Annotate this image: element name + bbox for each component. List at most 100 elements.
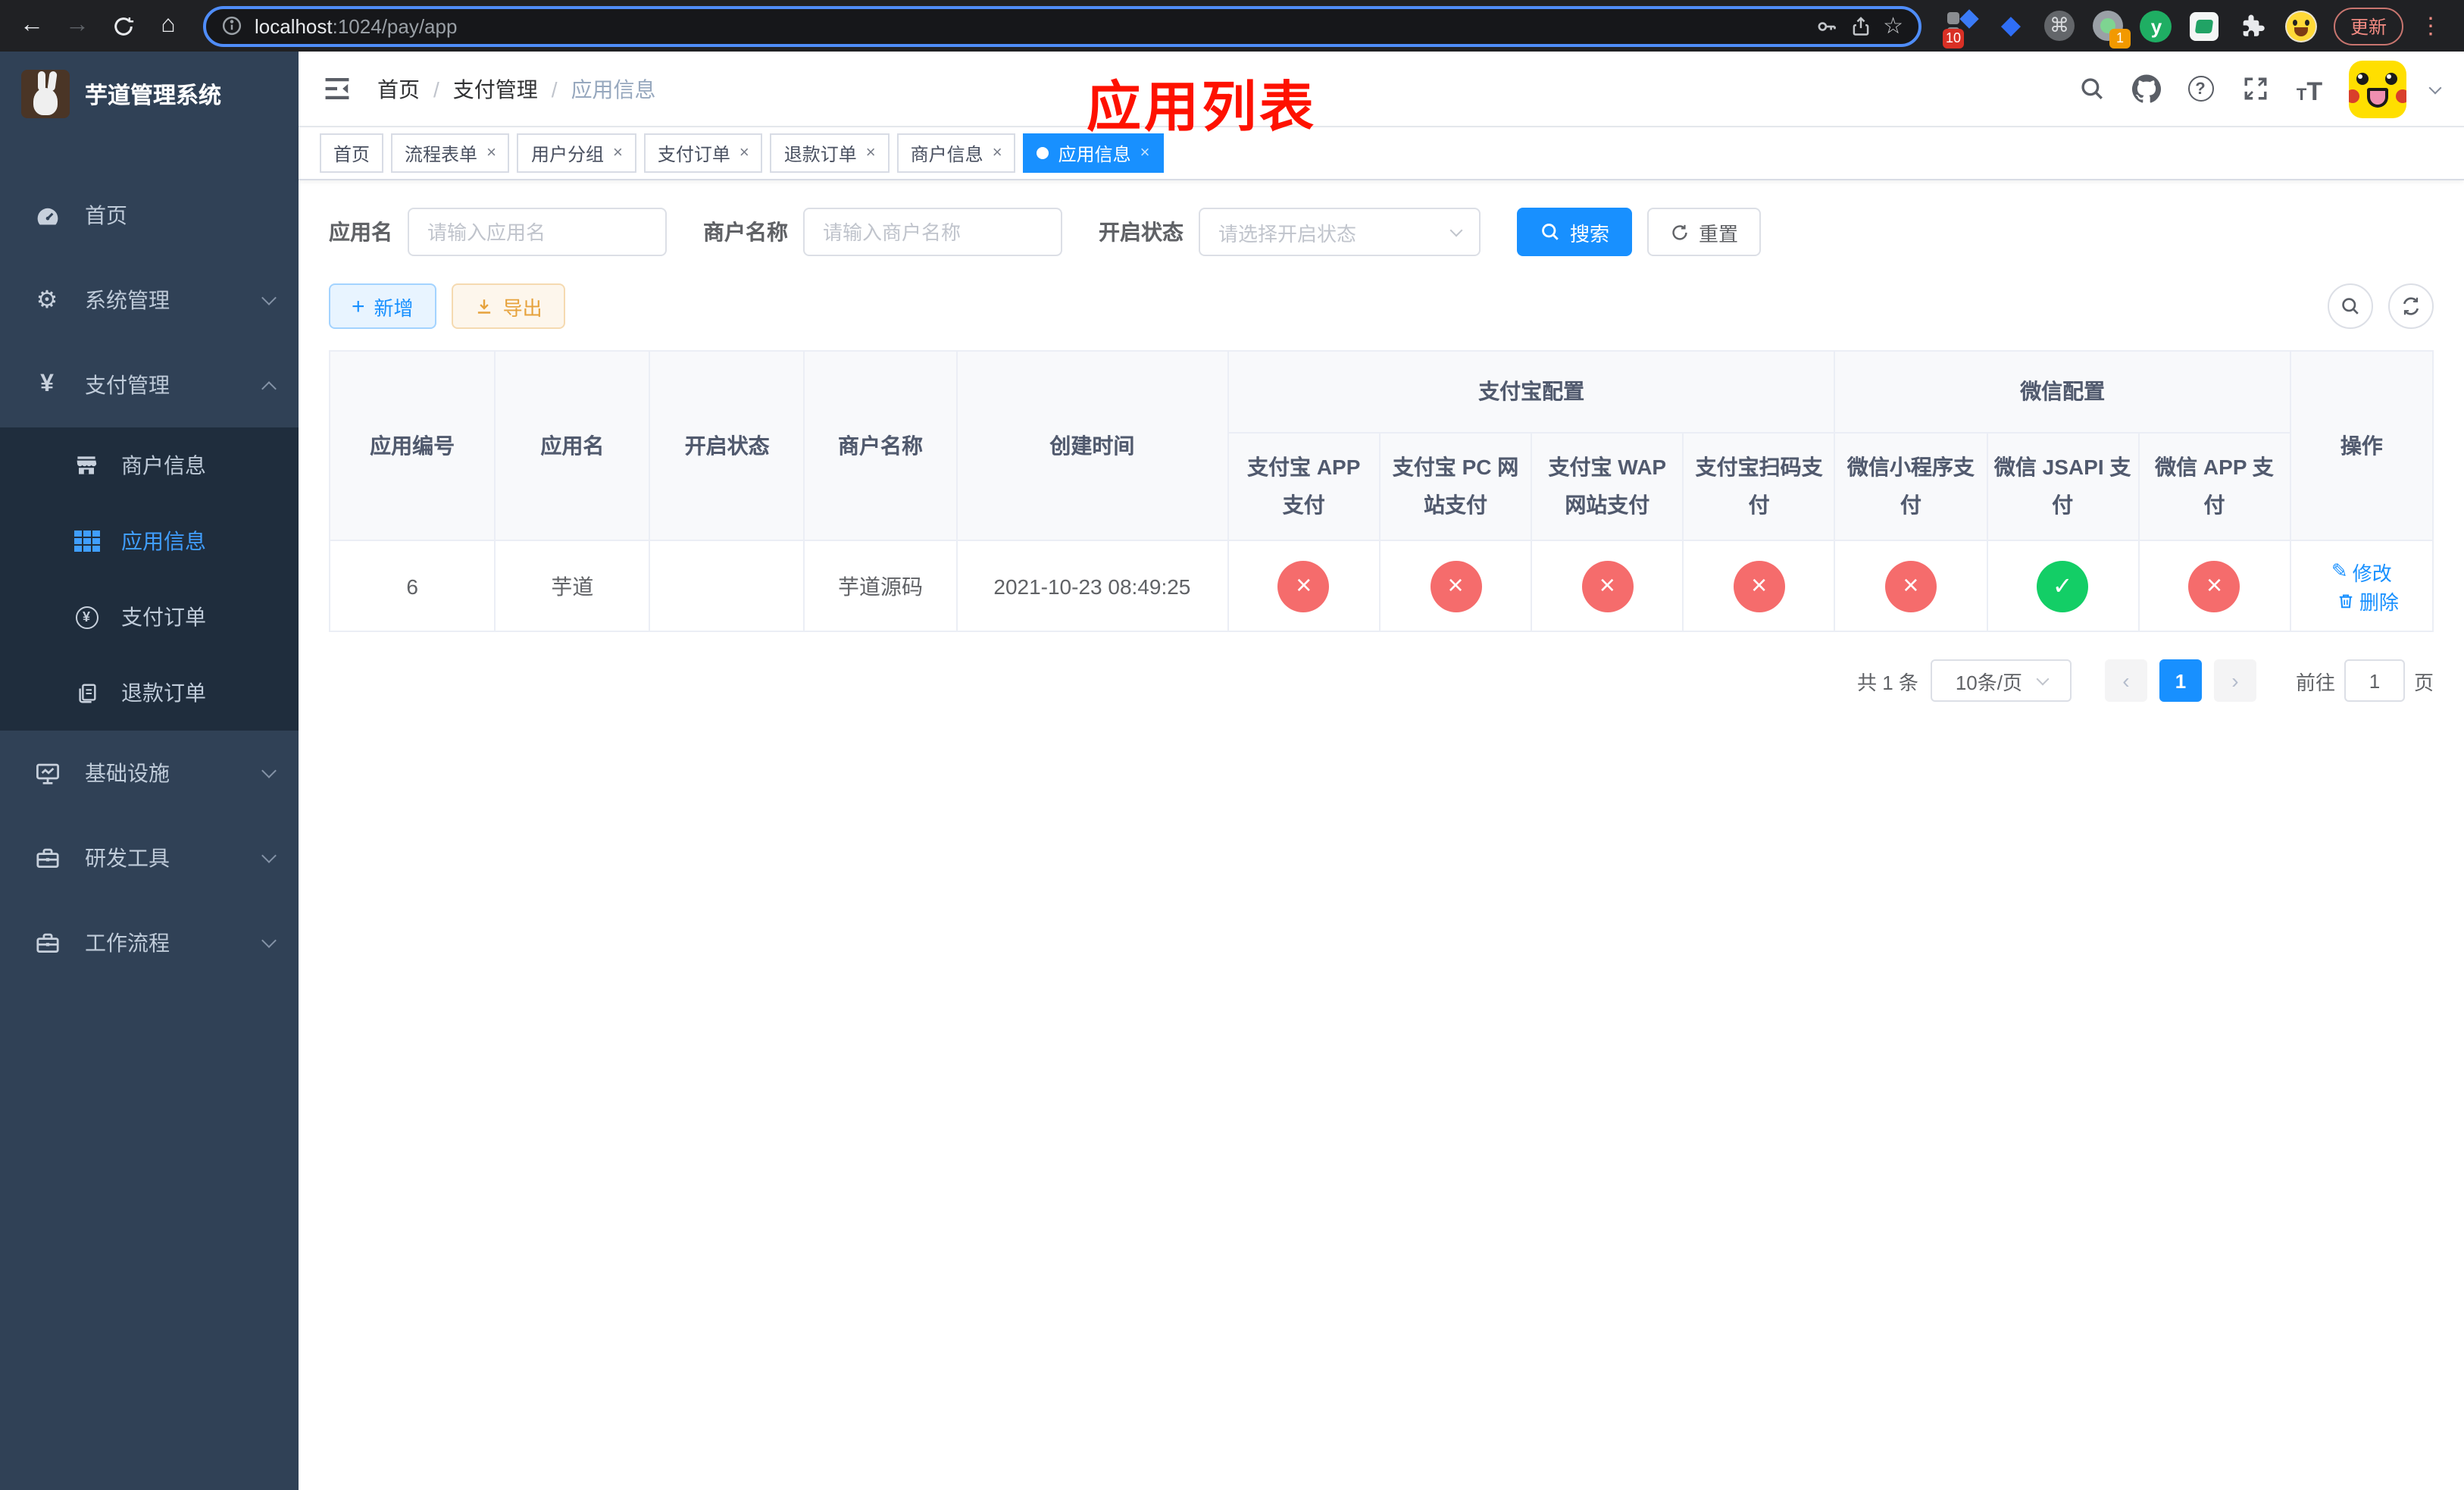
delete-link[interactable]: 删除 — [2337, 587, 2399, 615]
sidebar-item-label: 系统管理 — [85, 288, 170, 312]
font-size-icon[interactable]: TT — [2294, 74, 2325, 104]
header-search-icon[interactable] — [2076, 74, 2106, 104]
extension-badge: 1 — [2109, 29, 2131, 49]
browser-update-button[interactable]: 更新 — [2333, 7, 2403, 45]
col-wechat-app: 微信 APP 支付 — [2137, 431, 2291, 542]
bookmark-star-icon[interactable]: ☆ — [1883, 12, 1903, 39]
password-key-icon[interactable] — [1815, 14, 1837, 37]
prev-page-button[interactable]: ‹ — [2104, 659, 2147, 703]
group-alipay-config: 支付宝配置 — [1227, 350, 1836, 434]
add-button[interactable]: 新增 — [329, 283, 436, 329]
sidebar-item-app-info[interactable]: 应用信息 — [0, 503, 299, 579]
cell-actions: 修改删除 — [2289, 540, 2434, 633]
status-cross-icon — [1733, 560, 1785, 612]
close-icon[interactable]: × — [1140, 144, 1150, 162]
page-1-button[interactable]: 1 — [2159, 659, 2202, 703]
sidebar-item-system[interactable]: ⚙ 系统管理 — [0, 258, 299, 343]
next-page-button[interactable]: › — [2213, 659, 2256, 703]
chat-extension-icon[interactable] — [2188, 9, 2222, 42]
y-extension-icon[interactable]: y — [2140, 9, 2173, 42]
select-placeholder: 请选择开启状态 — [1218, 222, 1357, 245]
tab-home[interactable]: 首页 — [320, 133, 384, 173]
sidebar-item-merchant-info[interactable]: 商户信息 — [0, 427, 299, 503]
col-actions: 操作 — [2289, 349, 2434, 542]
y-logo-icon: y — [2140, 10, 2172, 42]
profile-avatar[interactable] — [2285, 9, 2319, 42]
home-icon[interactable]: ⌂ — [149, 6, 188, 45]
t-large: T — [2306, 77, 2323, 105]
extension-icons: 10 ◆ ⌘ 1 y 更新 ⋮ — [1937, 7, 2452, 49]
sidebar-item-label: 研发工具 — [85, 846, 170, 870]
sidebar-item-dev-tools[interactable]: 研发工具 — [0, 815, 299, 900]
goto-page: 前往 页 — [2296, 659, 2434, 703]
circle-extension-icon[interactable]: 1 — [2091, 9, 2131, 49]
breadcrumb-home[interactable]: 首页 — [377, 74, 420, 104]
page-size-select[interactable]: 10条/页 — [1930, 659, 2072, 703]
tab-process-form[interactable]: 流程表单 × — [391, 133, 510, 173]
share-icon[interactable] — [1850, 14, 1871, 37]
tab-label: 流程表单 — [405, 143, 478, 164]
chevron-down-icon — [261, 848, 277, 863]
user-avatar[interactable] — [2349, 60, 2406, 117]
command-extension-icon[interactable]: ⌘ — [2043, 9, 2076, 42]
chevron-down-icon — [261, 763, 277, 778]
close-icon[interactable]: × — [740, 144, 749, 162]
grid-table-icon — [73, 527, 100, 555]
close-icon[interactable]: × — [866, 144, 876, 162]
extensions-puzzle-icon[interactable] — [2237, 9, 2270, 42]
user-menu-caret-icon[interactable] — [2428, 80, 2442, 94]
url-bar[interactable]: localhost:1024/pay/app ☆ — [203, 5, 1921, 46]
delete-label: 删除 — [2359, 590, 2399, 614]
sidebar-item-infrastructure[interactable]: 基础设施 — [0, 731, 299, 815]
tab-pay-orders[interactable]: 支付订单 × — [643, 133, 763, 173]
col-alipay-qr: 支付宝扫码支付 — [1682, 431, 1836, 542]
ext-diamond-icon — [1959, 9, 1979, 29]
breadcrumb-payment[interactable]: 支付管理 — [453, 74, 538, 104]
col-status: 开启状态 — [649, 349, 805, 542]
chevron-down-icon — [1449, 223, 1463, 236]
sidebar-logo[interactable]: 芋道管理系统 — [0, 52, 299, 133]
merchant-name-input[interactable] — [803, 208, 1062, 256]
kite-extension-icon[interactable]: ◆ — [1994, 9, 2028, 42]
close-icon[interactable]: × — [613, 144, 623, 162]
status-select[interactable]: 请选择开启状态 — [1199, 208, 1481, 256]
sidebar-item-refund-orders[interactable]: 退款订单 — [0, 655, 299, 731]
edit-link[interactable]: 修改 — [2331, 558, 2392, 587]
breadcrumb-separator: / — [433, 77, 439, 101]
sidebar-item-label: 首页 — [85, 203, 127, 227]
cell-wechat-mini — [1834, 540, 1988, 633]
help-icon[interactable] — [2185, 74, 2215, 104]
close-icon[interactable]: × — [486, 144, 496, 162]
forward-icon[interactable]: → — [58, 6, 97, 45]
storefront-icon — [73, 452, 100, 479]
app-name-input[interactable] — [408, 208, 667, 256]
status-cross-icon — [1430, 560, 1482, 612]
sidebar-item-home[interactable]: 首页 — [0, 173, 299, 258]
browser-menu-icon[interactable]: ⋮ — [2419, 12, 2443, 39]
export-button-label: 导出 — [502, 296, 543, 319]
sidebar-item-pay-orders[interactable]: 支付订单 — [0, 579, 299, 655]
close-icon[interactable]: × — [993, 144, 1002, 162]
site-info-icon[interactable] — [221, 15, 242, 36]
logo-image — [21, 70, 70, 118]
github-icon[interactable] — [2131, 74, 2161, 104]
devtools-extension-icon[interactable]: 10 — [1942, 9, 1979, 49]
dashboard-icon — [33, 202, 61, 229]
tab-merchant-info[interactable]: 商户信息 × — [896, 133, 1016, 173]
sidebar-item-payment[interactable]: ¥ 支付管理 — [0, 343, 299, 427]
export-button[interactable]: 导出 — [451, 283, 565, 329]
refresh-button[interactable] — [2388, 283, 2434, 329]
reload-icon[interactable] — [103, 6, 142, 45]
fullscreen-icon[interactable] — [2240, 74, 2270, 104]
goto-page-input[interactable] — [2344, 659, 2405, 703]
sidebar-toggle-icon[interactable] — [323, 72, 356, 105]
tab-label: 应用信息 — [1058, 143, 1131, 164]
kite-icon: ◆ — [2000, 11, 2022, 39]
back-icon[interactable]: ← — [12, 6, 52, 45]
search-button[interactable]: 搜索 — [1517, 208, 1633, 256]
tab-user-group[interactable]: 用户分组 × — [517, 133, 636, 173]
tab-refund-orders[interactable]: 退款订单 × — [770, 133, 890, 173]
reset-button[interactable]: 重置 — [1647, 208, 1762, 256]
sidebar-item-workflow[interactable]: 工作流程 — [0, 900, 299, 985]
show-search-button[interactable] — [2328, 283, 2373, 329]
